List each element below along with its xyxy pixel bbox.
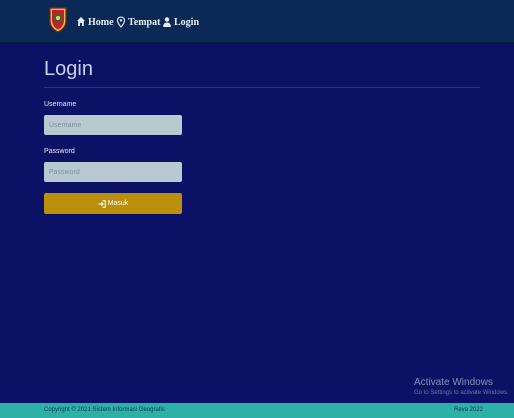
password-label: Password [44,148,75,155]
username-label: Username [44,101,77,108]
top-navbar: Home Tempat Login [0,0,514,43]
masuk-button[interactable]: Masuk [44,193,182,214]
home-icon [76,16,86,28]
nav-home-label: Home [88,16,114,28]
sign-in-icon [98,199,106,208]
nav-home[interactable]: Home [76,15,114,29]
nav-login-label: Login [174,16,200,28]
nav-tempat-label: Tempat [128,16,161,28]
page-title: Login [44,58,93,80]
password-input[interactable] [44,162,182,182]
footer-author: Reva 2022 [454,407,484,413]
footer-copyright: Copyright © 2021 Sistem Informasi Geogra… [44,407,165,413]
footer: Copyright © 2021 Sistem Informasi Geogra… [0,403,514,418]
masuk-label: Masuk [107,200,129,207]
title-divider [44,87,480,88]
logo-icon[interactable] [48,7,68,33]
map-pin-icon [116,16,126,28]
user-icon [162,16,172,28]
nav-login[interactable]: Login [162,15,199,29]
nav-tempat[interactable]: Tempat [116,15,160,29]
watermark-subtitle: Go to Settings to activate Windows. [414,390,509,396]
username-input[interactable] [44,115,182,135]
activate-windows-watermark: Activate Windows Go to Settings to activ… [414,377,509,396]
watermark-title: Activate Windows [414,377,493,388]
